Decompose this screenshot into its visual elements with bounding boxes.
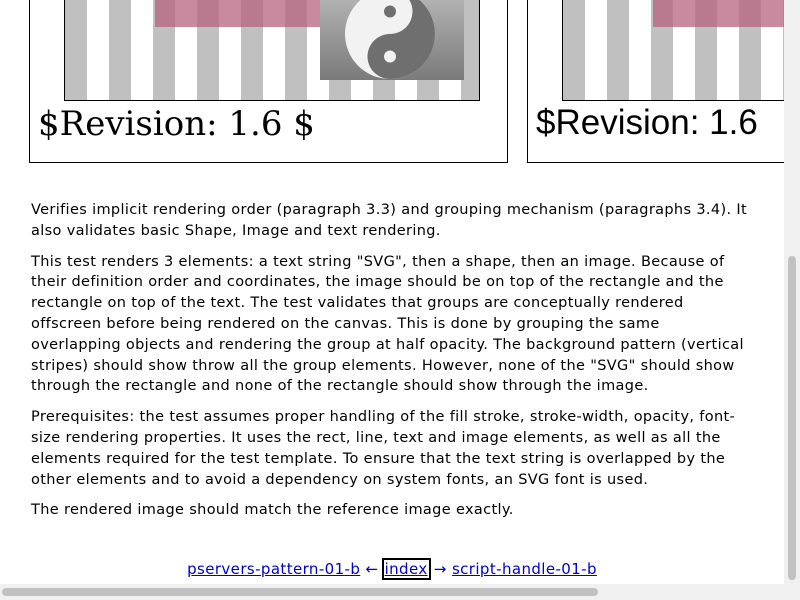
description-paragraph: The rendered image should match the refe…	[31, 502, 514, 519]
yin-yang-image	[320, 0, 464, 80]
reference-render-area	[562, 0, 800, 101]
test-render-area	[64, 0, 480, 101]
test-frame-reference: $Revision: 1.6	[527, 0, 800, 163]
horizontal-scrollbar[interactable]	[0, 584, 800, 600]
description-paragraph: Prerequisites: the test assumes proper h…	[31, 409, 736, 488]
pink-rectangle	[653, 0, 800, 27]
next-test-link[interactable]: script-handle-01-b	[452, 560, 597, 578]
horizontal-scrollbar-thumb[interactable]	[2, 588, 598, 596]
yin-yang-icon	[345, 0, 435, 79]
left-arrow-icon: ←	[365, 560, 379, 578]
test-frame-rendered: $Revision: 1.6 $	[29, 0, 508, 163]
prev-test-link[interactable]: pservers-pattern-01-b	[187, 560, 360, 578]
test-navigation: pservers-pattern-01-b ← index → script-h…	[0, 558, 784, 580]
revision-label: $Revision: 1.6 $	[38, 104, 315, 144]
right-arrow-icon: →	[433, 560, 447, 578]
description-paragraph: This test renders 3 elements: a text str…	[31, 253, 744, 395]
revision-label: $Revision: 1.6	[536, 103, 758, 142]
description-paragraph: Verifies implicit rendering order (parag…	[31, 202, 748, 239]
index-link[interactable]: index	[381, 558, 431, 580]
vertical-scrollbar[interactable]	[784, 0, 800, 584]
vertical-scrollbar-thumb[interactable]	[788, 256, 796, 580]
test-description: Verifies implicit rendering order (parag…	[31, 200, 751, 531]
